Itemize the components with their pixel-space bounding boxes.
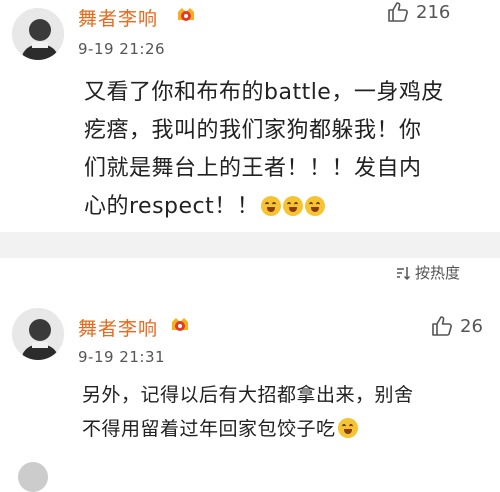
comment-line: 又看了你和布布的battle，一身鸡皮 [84, 80, 444, 105]
comment-line: 另外，记得以后有大招都拿出来，别舍 [82, 384, 414, 406]
section-divider [0, 232, 500, 258]
sort-by-hot-button[interactable]: 按热度 [395, 262, 460, 283]
comment-line: 心的respect！！ [84, 188, 444, 226]
avatar[interactable] [12, 8, 64, 60]
laughing-crying-emoji [337, 418, 358, 438]
avatar[interactable] [18, 462, 48, 492]
timestamp: 9-19 21:31 [78, 348, 166, 366]
like-count: 26 [460, 315, 483, 337]
comment-text: 又看了你和布布的battle，一身鸡皮 疙瘩，我叫的我们家狗都躲我！你 们就是舞… [84, 74, 444, 226]
timestamp: 9-19 21:26 [78, 40, 166, 58]
username[interactable]: 舞者李响 [78, 4, 158, 31]
like-count: 216 [416, 1, 451, 23]
username[interactable]: 舞者李响 [78, 314, 158, 341]
verified-badge-icon [172, 318, 188, 331]
avatar[interactable] [12, 308, 64, 360]
comment-line: 们就是舞台上的王者！！！发自内 [84, 156, 422, 181]
laughing-crying-emoji [305, 196, 326, 216]
comment-text: 另外，记得以后有大招都拿出来，别舍 不得用留着过年回家包饺子吃 [82, 378, 414, 446]
laughing-crying-emoji [261, 196, 282, 216]
comment-card: 舞者李响 9-19 21:31 26 另外，记得以后有大招都拿出来，别舍 不得用… [0, 300, 500, 473]
sort-label: 按热度 [414, 264, 460, 282]
sort-icon [396, 266, 411, 280]
comment-card: 舞者李响 9-19 21:26 216 又看了你和布布的battle，一身鸡皮 … [0, 0, 500, 232]
thumbs-up-icon [388, 2, 408, 22]
laughing-crying-emoji [283, 196, 304, 216]
like-button[interactable]: 26 [430, 314, 483, 338]
verified-badge-icon [178, 8, 194, 21]
like-button[interactable]: 216 [386, 0, 450, 24]
thumbs-up-icon [432, 316, 452, 336]
comment-line: 不得用留着过年回家包饺子吃 [82, 412, 414, 446]
comment-line: 疙瘩，我叫的我们家狗都躲我！你 [84, 118, 422, 143]
